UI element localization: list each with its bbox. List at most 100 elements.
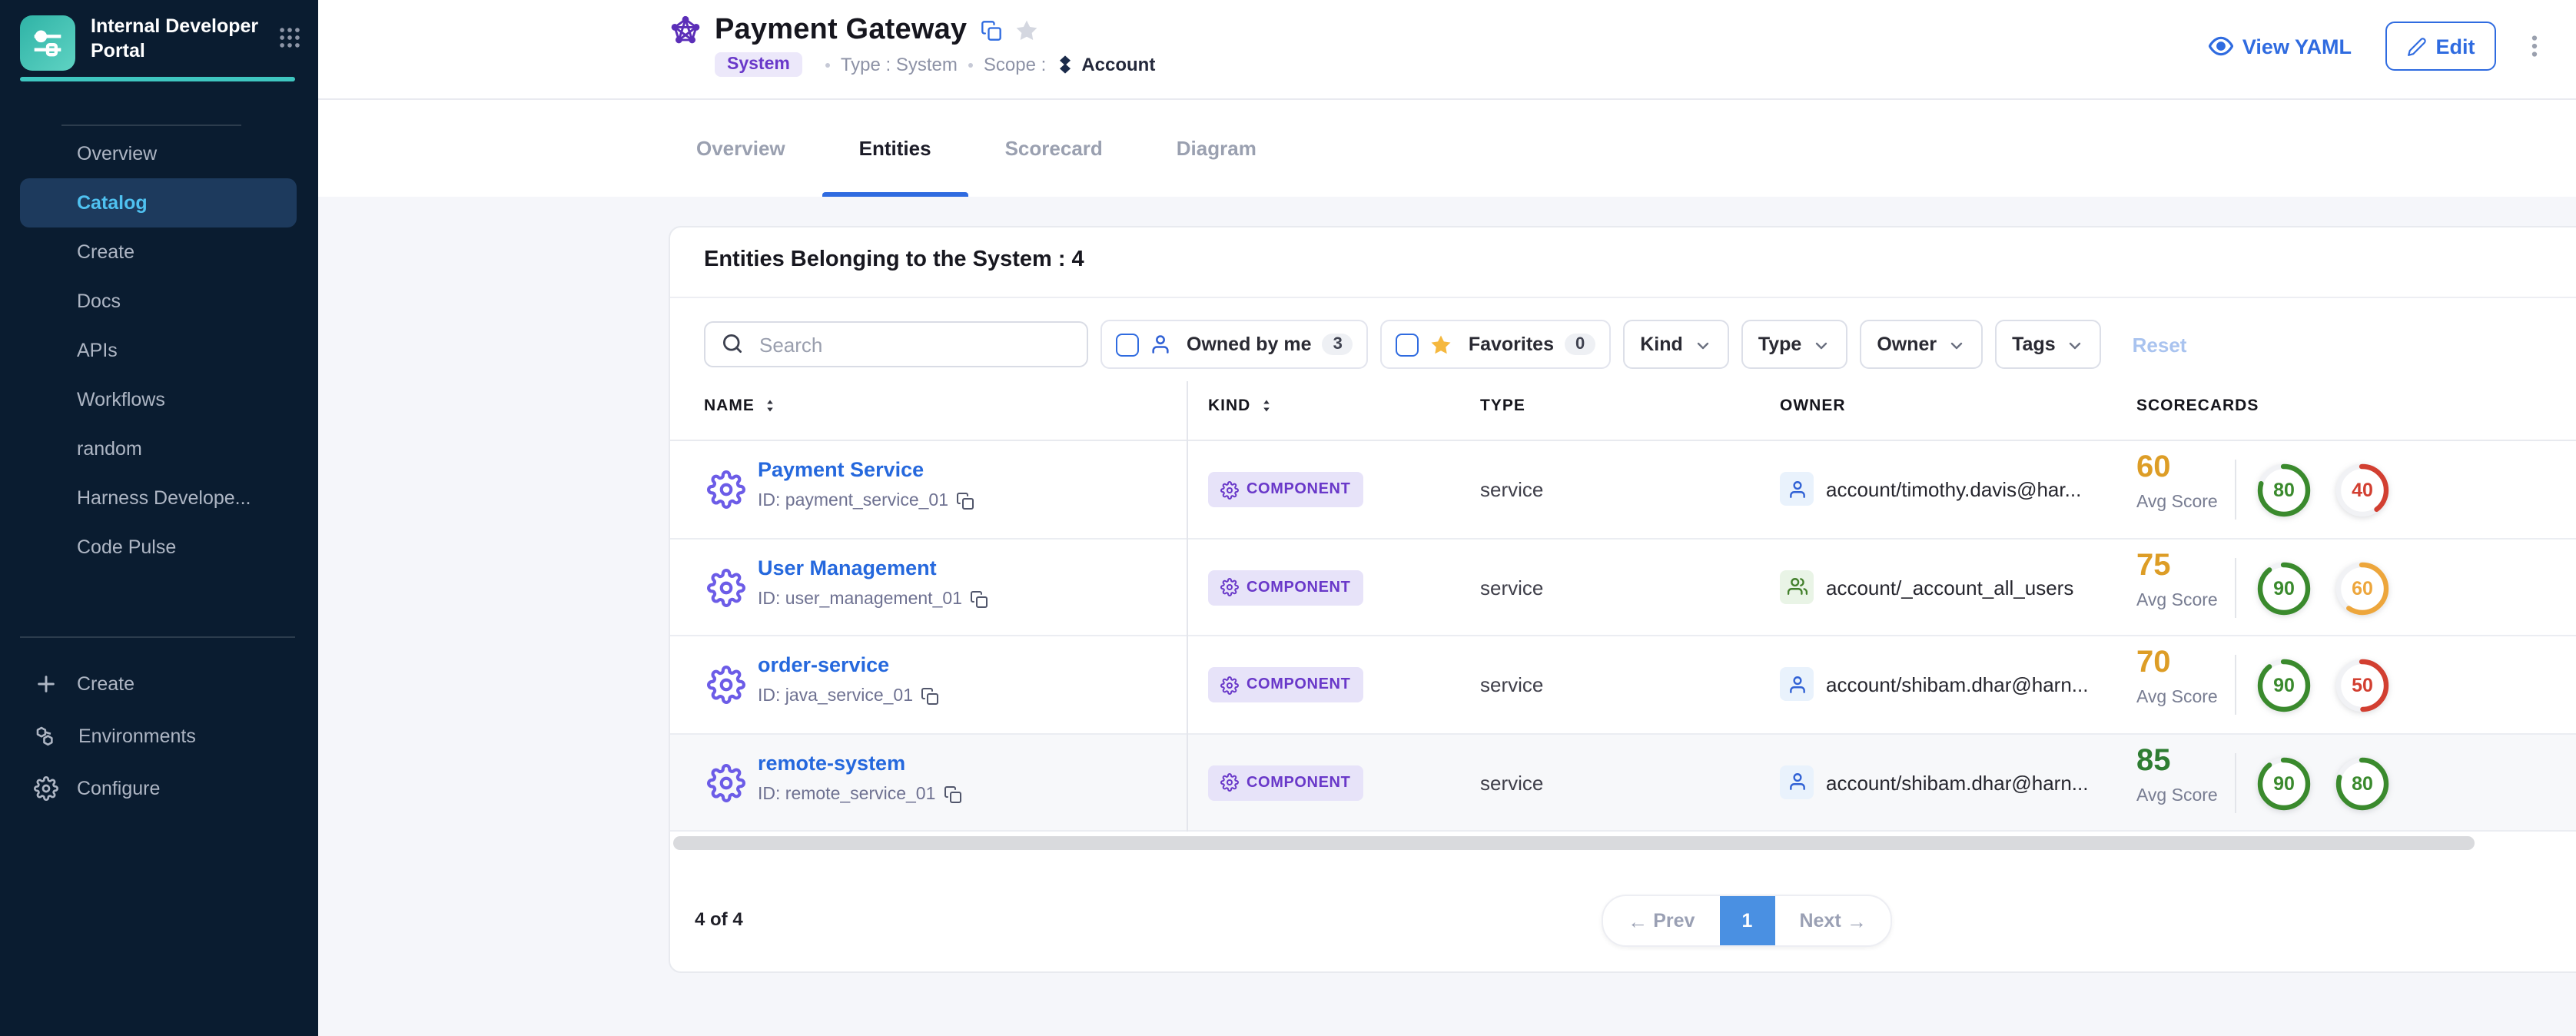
sidebar-item-environments[interactable]: Environments xyxy=(0,710,318,762)
owned-by-me-checkbox[interactable] xyxy=(1116,333,1139,356)
column-label: KIND xyxy=(1208,397,1250,415)
sidebar-item-docs[interactable]: Docs xyxy=(0,277,318,326)
owner-user-icon xyxy=(1780,765,1814,799)
copy-icon[interactable] xyxy=(913,687,939,706)
scorecard-gauge[interactable]: 90 xyxy=(2255,656,2313,715)
scorecard-gauge[interactable]: 60 xyxy=(2333,559,2392,617)
kind-badge-label: COMPONENT xyxy=(1247,579,1350,596)
tab-scorecard[interactable]: Scorecard xyxy=(968,100,1140,197)
sidebar-item-configure[interactable]: Configure xyxy=(0,762,318,815)
table-header: NAME KIND TYPE OWNER SCORECARDS LIFECY xyxy=(670,375,2576,441)
sidebar-item-overview[interactable]: Overview xyxy=(0,129,318,178)
sidebar-divider-bottom xyxy=(20,636,295,638)
avg-score-value: 85 xyxy=(2136,743,2171,779)
entity-name-link[interactable]: remote-system xyxy=(758,751,905,774)
kind-badge-label: COMPONENT xyxy=(1247,774,1350,791)
page-number-button[interactable]: 1 xyxy=(1719,896,1774,945)
gear-icon xyxy=(1220,676,1247,694)
owner-cell: account/timothy.davis@har... xyxy=(1826,478,2081,501)
tags-dropdown[interactable]: Tags xyxy=(1995,320,2102,369)
tab-bar: Overview Entities Scorecard Diagram xyxy=(318,100,2576,197)
owner-dropdown-label: Owner xyxy=(1877,334,1937,355)
next-page-button[interactable]: Next → xyxy=(1774,896,1891,945)
entity-name-link[interactable]: User Management xyxy=(758,556,937,579)
tab-diagram[interactable]: Diagram xyxy=(1140,100,1293,197)
table-row[interactable]: User Management ID: user_management_01 C… xyxy=(670,539,2576,636)
kind-dropdown[interactable]: Kind xyxy=(1623,320,1729,369)
entity-id-text: ID: user_management_01 xyxy=(758,589,962,608)
harness-idp-logo[interactable] xyxy=(20,15,75,71)
scorecard-gauge[interactable]: 40 xyxy=(2333,461,2392,520)
copy-icon[interactable] xyxy=(948,492,974,510)
type-cell: service xyxy=(1480,673,1543,696)
sidebar-item-code-pulse[interactable]: Code Pulse xyxy=(0,523,318,572)
type-dropdown[interactable]: Type xyxy=(1741,320,1848,369)
sort-icon[interactable] xyxy=(1250,397,1273,415)
kind-badge: COMPONENT xyxy=(1208,667,1363,702)
edit-button[interactable]: Edit xyxy=(2385,22,2496,71)
search-icon xyxy=(721,330,756,358)
edit-label: Edit xyxy=(2436,35,2475,58)
type-label: Type : System xyxy=(841,54,958,75)
horizontal-scrollbar[interactable] xyxy=(673,836,2475,850)
sidebar-divider-top xyxy=(61,125,241,126)
table-row[interactable]: order-service ID: java_service_01 COMPON… xyxy=(670,636,2576,734)
owned-by-me-filter[interactable]: Owned by me 3 xyxy=(1100,320,1369,369)
prev-page-button[interactable]: ← Prev xyxy=(1603,896,1719,945)
sidebar-item-workflows[interactable]: Workflows xyxy=(0,375,318,424)
sidebar-accent-divider xyxy=(20,77,295,81)
chevron-down-icon xyxy=(1801,334,1831,355)
tab-overview[interactable]: Overview xyxy=(659,100,822,197)
entity-name-link[interactable]: Payment Service xyxy=(758,458,924,481)
chevron-down-icon xyxy=(2056,334,2085,355)
sidebar-item-apis[interactable]: APIs xyxy=(0,326,318,375)
gauge-value: 80 xyxy=(2333,754,2392,812)
app-title: Internal Developer Portal xyxy=(91,15,277,64)
scorecard-gauge[interactable]: 50 xyxy=(2333,656,2392,715)
tags-dropdown-label: Tags xyxy=(2012,334,2056,355)
scope-value: Account xyxy=(1054,53,1155,76)
module-grid-icon[interactable] xyxy=(277,25,303,52)
owner-cell: account/shibam.dhar@harn... xyxy=(1826,771,2088,794)
column-header-kind: KIND xyxy=(1208,397,1273,415)
gear-icon xyxy=(34,776,77,801)
tab-entities[interactable]: Entities xyxy=(822,100,968,197)
page-header: Payment Gateway System Type : System Sco… xyxy=(318,0,2576,100)
favorite-entity-star-icon[interactable] xyxy=(1014,17,1039,45)
sort-icon[interactable] xyxy=(755,397,778,415)
copy-icon[interactable] xyxy=(935,785,961,803)
favorites-filter[interactable]: Favorites 0 xyxy=(1381,320,1611,369)
favorites-count: 0 xyxy=(1565,334,1595,355)
copy-icon[interactable] xyxy=(962,589,988,608)
search-input[interactable] xyxy=(756,331,1071,357)
owner-dropdown[interactable]: Owner xyxy=(1860,320,1983,369)
main-area: Payment Gateway System Type : System Sco… xyxy=(318,0,2576,1036)
favorites-checkbox[interactable] xyxy=(1396,333,1419,356)
reset-filters-button[interactable]: Reset xyxy=(2133,333,2187,356)
table-row[interactable]: remote-system ID: remote_service_01 COMP… xyxy=(670,734,2576,832)
arrow-left-icon: ← xyxy=(1628,909,1653,932)
sidebar-item-label: Configure xyxy=(77,778,160,799)
scorecard-gauge[interactable]: 80 xyxy=(2333,754,2392,812)
sidebar-item-catalog[interactable]: Catalog xyxy=(20,178,297,227)
sidebar-item-create[interactable]: Create xyxy=(0,227,318,277)
hexagons-icon xyxy=(34,723,78,749)
copy-title-icon[interactable] xyxy=(981,17,1002,45)
entity-name-link[interactable]: order-service xyxy=(758,653,889,676)
gear-icon xyxy=(1220,578,1247,596)
sidebar-item-random[interactable]: random xyxy=(0,424,318,473)
avg-score-value: 70 xyxy=(2136,646,2171,681)
scorecard-gauge[interactable]: 90 xyxy=(2255,754,2313,812)
kind-badge: COMPONENT xyxy=(1208,569,1363,605)
avg-score-label: Avg Score xyxy=(2136,493,2218,512)
scorecard-gauge[interactable]: 80 xyxy=(2255,461,2313,520)
more-options-icon[interactable] xyxy=(2521,32,2548,60)
scorecard-gauge[interactable]: 90 xyxy=(2255,559,2313,617)
sidebar-item-harness-developer[interactable]: Harness Develope... xyxy=(0,473,318,523)
gear-icon xyxy=(1220,773,1247,792)
table-row[interactable]: Payment Service ID: payment_service_01 C… xyxy=(670,441,2576,539)
avg-score-value: 75 xyxy=(2136,548,2171,583)
sidebar-item-create-entity[interactable]: Create xyxy=(0,658,318,710)
view-yaml-link[interactable]: View YAML xyxy=(2209,34,2352,59)
type-cell: service xyxy=(1480,576,1543,599)
